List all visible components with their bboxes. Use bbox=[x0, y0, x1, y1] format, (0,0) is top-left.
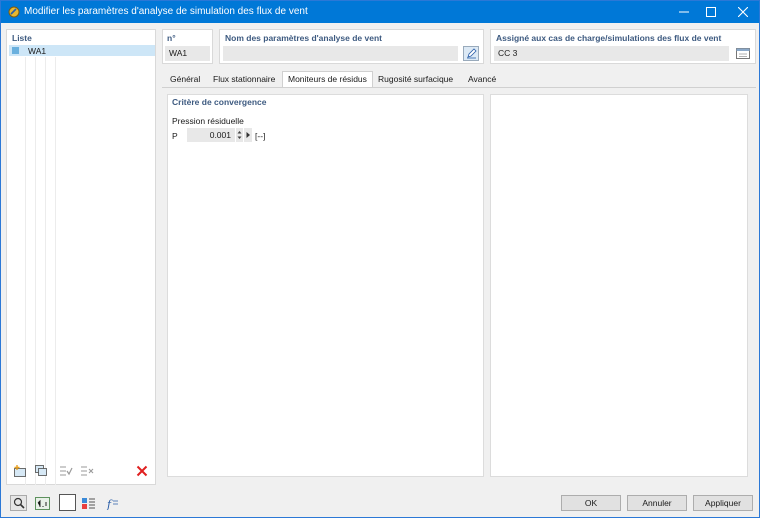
maximize-button[interactable] bbox=[696, 1, 726, 23]
color-picker-button[interactable] bbox=[59, 494, 76, 511]
spin-arrows-icon bbox=[237, 131, 242, 139]
pencil-icon bbox=[466, 48, 477, 59]
tab-content: Critère de convergence Pression résiduel… bbox=[162, 87, 756, 485]
cancel-button[interactable]: Annuler bbox=[627, 495, 687, 511]
assigned-label: Assigné aux cas de charge/simulations de… bbox=[496, 33, 722, 43]
tab-flux-stationnaire[interactable]: Flux stationnaire bbox=[208, 72, 280, 87]
svg-text:f: f bbox=[106, 498, 113, 510]
assigned-panel: Assigné aux cas de charge/simulations de… bbox=[490, 29, 756, 64]
check-list-icon bbox=[60, 466, 73, 476]
window-title: Modifier les paramètres d'analyse de sim… bbox=[24, 6, 308, 17]
p-value-input[interactable]: 0.001 bbox=[187, 128, 235, 142]
name-input[interactable] bbox=[223, 46, 458, 61]
convergence-section-title: Critère de convergence bbox=[172, 97, 267, 107]
select-load-cases-button[interactable] bbox=[734, 46, 751, 61]
list-column-divider bbox=[25, 57, 26, 485]
dialog-window: Modifier les paramètres d'analyse de sim… bbox=[0, 0, 760, 518]
tab-moniteurs-residus[interactable]: Moniteurs de résidus bbox=[282, 71, 373, 88]
p-spinner[interactable] bbox=[236, 128, 243, 142]
copy-item-button[interactable] bbox=[33, 463, 49, 478]
new-item-icon bbox=[14, 465, 26, 477]
copy-icon bbox=[35, 465, 47, 476]
settings-pane: Critère de convergence Pression résiduel… bbox=[167, 94, 484, 477]
tab-rugosite-surfacique[interactable]: Rugosité surfacique bbox=[373, 72, 458, 87]
close-button[interactable] bbox=[728, 1, 758, 23]
number-label: n° bbox=[167, 33, 176, 43]
p-unit: [--] bbox=[255, 131, 266, 141]
preview-pane bbox=[490, 94, 748, 477]
table-select-icon bbox=[735, 48, 750, 59]
minimize-button[interactable] bbox=[669, 1, 699, 23]
close-icon bbox=[738, 7, 748, 17]
app-icon bbox=[8, 6, 20, 18]
maximize-icon bbox=[706, 7, 716, 17]
apply-button[interactable]: Appliquer bbox=[693, 495, 753, 511]
uncheck-list-icon bbox=[81, 466, 94, 476]
list-column-divider bbox=[55, 57, 56, 485]
decimal-places-icon bbox=[35, 496, 50, 510]
delete-item-button[interactable] bbox=[134, 463, 150, 478]
tab-general[interactable]: Général bbox=[165, 72, 205, 87]
list-item-color-swatch bbox=[12, 47, 19, 54]
list-column-divider bbox=[45, 57, 46, 485]
name-label: Nom des paramètres d'analyse de vent bbox=[225, 33, 382, 43]
name-panel: Nom des paramètres d'analyse de vent bbox=[219, 29, 484, 64]
list-panel: Liste WA1 bbox=[6, 29, 156, 485]
ok-button[interactable]: OK bbox=[561, 495, 621, 511]
function-icon: f bbox=[106, 498, 118, 510]
p-menu-arrow[interactable] bbox=[244, 128, 252, 142]
list-column-divider bbox=[35, 57, 36, 485]
tab-avance[interactable]: Avancé bbox=[463, 72, 501, 87]
pressure-residual-label: Pression résiduelle bbox=[172, 116, 244, 126]
assigned-input[interactable]: CC 3 bbox=[494, 46, 729, 61]
units-button[interactable] bbox=[34, 495, 51, 511]
list-label: Liste bbox=[12, 33, 32, 43]
delete-icon bbox=[136, 465, 148, 476]
check-selected-button[interactable] bbox=[58, 463, 74, 478]
number-panel: n° WA1 bbox=[162, 29, 213, 64]
model-view-button[interactable] bbox=[80, 495, 97, 511]
formula-button[interactable]: f bbox=[103, 495, 120, 511]
title-bar[interactable]: Modifier les paramètres d'analyse de sim… bbox=[1, 1, 759, 23]
list-item-label: WA1 bbox=[28, 46, 47, 56]
minimize-icon bbox=[679, 11, 689, 13]
p-symbol-label: P bbox=[172, 131, 178, 141]
number-field[interactable]: WA1 bbox=[165, 46, 210, 61]
uncheck-selected-button[interactable] bbox=[79, 463, 95, 478]
model-view-icon bbox=[82, 497, 95, 509]
search-button[interactable] bbox=[10, 495, 27, 511]
new-item-button[interactable] bbox=[12, 463, 28, 478]
search-icon bbox=[13, 497, 25, 509]
arrow-right-icon bbox=[246, 132, 250, 138]
edit-name-button[interactable] bbox=[463, 46, 479, 61]
